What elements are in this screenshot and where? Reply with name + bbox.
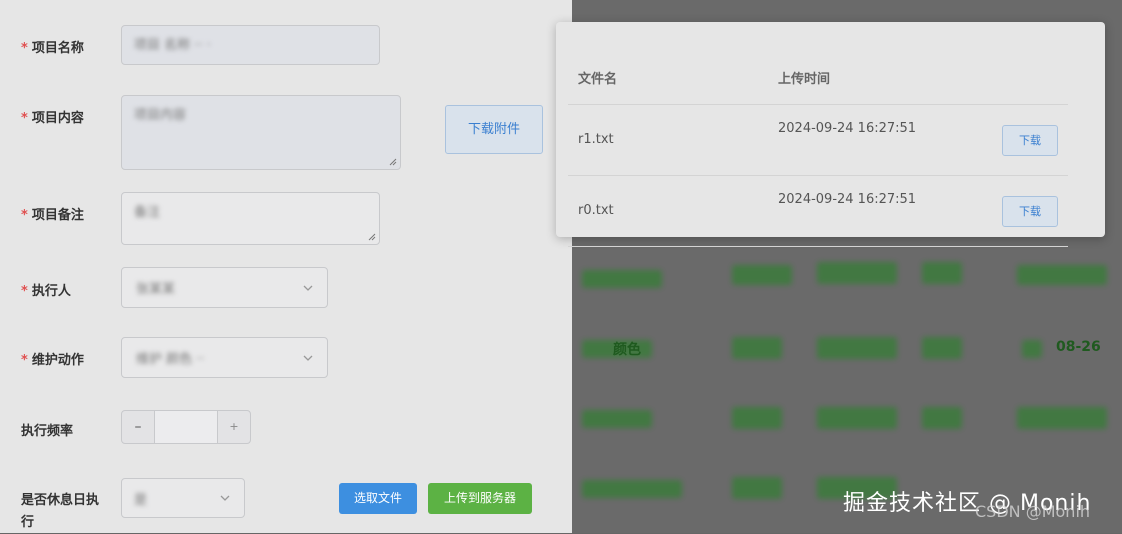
stepper-decrease-button[interactable]: –: [121, 410, 155, 444]
attachment-table: 文件名 上传时间 r1.txt 2024-09-24 16:27:51 下载 r…: [568, 56, 1068, 247]
stepper-value-input[interactable]: [154, 410, 218, 444]
upload-to-server-button[interactable]: 上传到服务器: [428, 483, 532, 514]
download-button[interactable]: 下载: [1002, 196, 1058, 227]
attachment-popover: 文件名 上传时间 r1.txt 2024-09-24 16:27:51 下载 r…: [556, 22, 1105, 247]
header-filename: 文件名: [578, 72, 618, 87]
watermark-csdn: CSDN @Monih: [975, 502, 1091, 521]
label-project-name: * 项目名称: [21, 41, 84, 56]
project-name-input[interactable]: 项目 名称 ·· ·: [121, 25, 380, 65]
attachment-table-header: 文件名 上传时间: [568, 56, 1068, 105]
header-upload-time: 上传时间: [778, 72, 831, 87]
resize-handle-icon[interactable]: [368, 233, 376, 241]
select-file-button[interactable]: 选取文件: [339, 483, 417, 514]
maintenance-action-select[interactable]: 维护 颜色 ··: [121, 337, 328, 378]
file-name: r1.txt: [578, 132, 614, 147]
chevron-down-icon: [220, 495, 230, 501]
project-content-textarea[interactable]: 项目内容: [121, 95, 401, 170]
resize-handle-icon[interactable]: [389, 158, 397, 166]
chevron-down-icon: [303, 285, 313, 291]
holiday-execution-select[interactable]: 是: [121, 478, 245, 518]
download-button[interactable]: 下载: [1002, 125, 1058, 156]
executor-select[interactable]: 张某某: [121, 267, 328, 308]
background-cell-date: 08-26: [1056, 339, 1101, 355]
upload-time: 2024-09-24 16:27:51: [778, 121, 917, 136]
stepper-increase-button[interactable]: +: [217, 410, 251, 444]
task-form: * 项目名称 项目 名称 ·· · * 项目内容 项目内容 * 项目备注 备注 * 执行…: [0, 0, 572, 533]
label-project-remark: * 项目备注: [21, 208, 84, 223]
download-attachment-button[interactable]: 下载附件: [445, 105, 543, 154]
label-project-content: * 项目内容: [21, 111, 84, 126]
file-name: r0.txt: [578, 203, 614, 218]
project-remark-textarea[interactable]: 备注: [121, 192, 380, 245]
background-cell-text: 颜色: [613, 342, 641, 358]
table-row: r1.txt 2024-09-24 16:27:51 下载: [568, 105, 1068, 176]
label-frequency: 执行频率: [21, 424, 74, 439]
upload-time: 2024-09-24 16:27:51: [778, 192, 917, 207]
label-maintenance-action: * 维护动作: [21, 353, 84, 368]
label-holiday-execution: 是否休息日执行: [21, 493, 100, 530]
frequency-stepper[interactable]: – +: [121, 410, 251, 444]
table-row: r0.txt 2024-09-24 16:27:51 下载: [568, 176, 1068, 247]
chevron-down-icon: [303, 355, 313, 361]
label-executor: * 执行人: [21, 284, 71, 299]
